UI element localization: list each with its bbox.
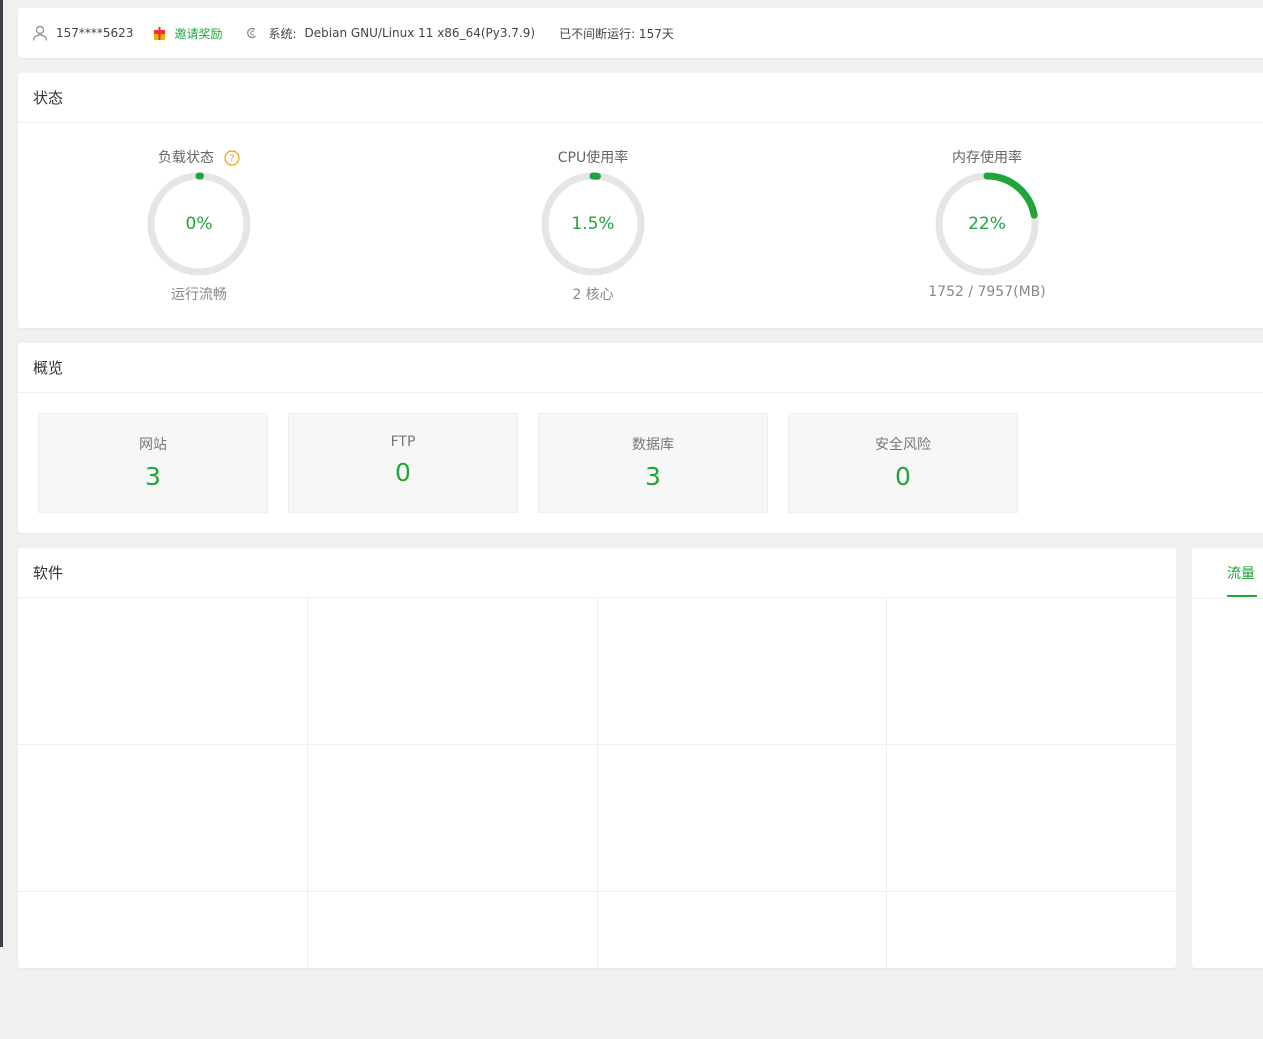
overview-databases[interactable]: 数据库 3 [538,413,768,513]
overview-databases-label: 数据库 [632,437,674,453]
invite-reward-link[interactable]: 邀请奖励 [153,25,232,42]
gauge-load-ring: 0% [145,170,253,278]
software-slot[interactable] [598,745,888,891]
overview-security-risk-label: 安全风险 [875,437,931,453]
gauge-cpu-sub: 2 核心 [572,287,614,303]
status-title: 状态 [18,73,1263,123]
gauge-memory-ring: 22% [933,170,1041,278]
gift-icon [153,26,166,41]
gauge-memory-title: 内存使用率 [952,150,1022,166]
left-edge-strip [0,0,3,947]
overview-security-risk[interactable]: 安全风险 0 [788,413,1018,513]
help-icon[interactable]: ? [224,150,240,166]
overview-ftp-label: FTP [390,434,416,450]
gauge-load-title: 负载状态 [158,150,214,166]
software-row [18,892,1176,1039]
system-label: 系统: [268,26,297,41]
gauge-load-sub: 运行流畅 [171,287,227,303]
debian-icon [246,26,260,40]
system-value: Debian GNU/Linux 11 x86_64(Py3.7.9) [304,26,536,40]
software-grid [18,598,1176,1039]
user-phone: 157****5623 [56,26,134,40]
gauge-cpu[interactable]: CPU使用率 1.5% 2 核心 [513,148,673,304]
overview-title: 概览 [18,343,1263,393]
gauge-memory-sub: 1752 / 7957(MB) [928,284,1046,300]
uptime-text: 已不间断运行: 157天 [559,26,674,41]
overview-panel: 概览 网站 3 FTP 0 数据库 3 安全风险 0 [18,343,1263,533]
gauge-load[interactable]: 负载状态 ? 0% 运行流畅 [119,148,279,304]
overview-ftp[interactable]: FTP 0 [288,413,518,513]
software-slot[interactable] [18,745,308,891]
overview-ftp-count[interactable]: 0 [289,458,517,487]
software-slot[interactable] [18,598,308,744]
software-slot[interactable] [887,598,1176,744]
software-slot[interactable] [308,598,598,744]
traffic-divider [1192,598,1263,599]
software-slot[interactable] [598,892,888,1038]
gauge-memory[interactable]: 内存使用率 22% 1752 / 7957(MB) [907,148,1067,300]
overview-websites[interactable]: 网站 3 [38,413,268,513]
overview-security-risk-count[interactable]: 0 [789,462,1017,491]
system-info: 系统: Debian GNU/Linux 11 x86_64(Py3.7.9) [246,25,535,42]
software-row [18,745,1176,892]
overview-databases-count[interactable]: 3 [539,462,767,491]
gauge-cpu-title: CPU使用率 [557,150,629,166]
software-title: 软件 [18,548,1176,598]
gauge-cpu-value: 1.5% [571,214,615,234]
invite-label: 邀请奖励 [174,26,223,41]
overview-websites-label: 网站 [139,437,167,453]
software-slot[interactable] [308,892,598,1038]
software-slot[interactable] [18,892,308,1038]
software-slot[interactable] [887,892,1176,1038]
software-row [18,598,1176,745]
software-slot[interactable] [598,598,888,744]
svg-text:?: ? [229,154,234,165]
software-slot[interactable] [308,745,598,891]
tab-traffic[interactable]: 流量 [1227,563,1257,597]
traffic-panel: 流量 [1192,548,1263,968]
top-info-bar: 157****5623 邀请奖励 系统: Debian GNU/Linux 11… [18,8,1263,58]
software-slot[interactable] [887,745,1176,891]
status-panel: 状态 负载状态 ? 0% 运行流畅 CPU使用率 1.5% 2 核心 内存使用率… [18,73,1263,328]
user-info[interactable]: 157****5623 [32,25,139,41]
gauge-load-value: 0% [185,214,213,234]
gauge-memory-value: 22% [968,214,1006,234]
user-icon [32,25,48,41]
gauge-cpu-ring: 1.5% [539,170,647,278]
software-panel: 软件 [18,548,1176,1039]
overview-websites-count[interactable]: 3 [39,462,267,491]
